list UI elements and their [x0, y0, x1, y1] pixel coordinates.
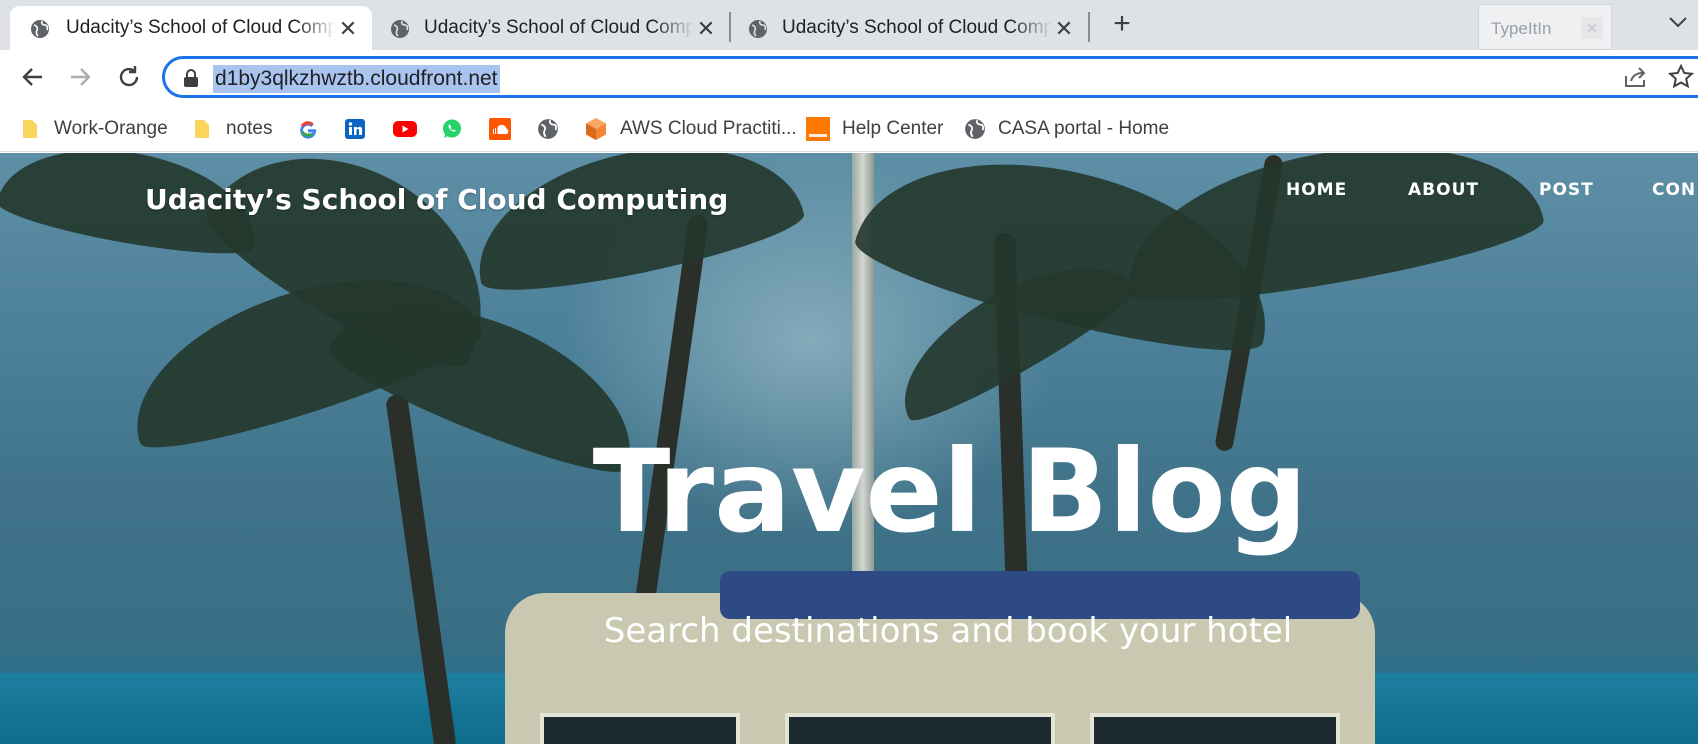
chevron-down-icon[interactable]	[1666, 10, 1690, 34]
hero-title: Travel Blog	[592, 425, 1308, 558]
close-icon[interactable]: ✕	[696, 18, 716, 40]
tab-1[interactable]: Udacity’s School of Cloud Computing ✕	[10, 6, 372, 50]
forward-arrow-icon[interactable]	[63, 60, 97, 94]
tab-title: Udacity’s School of Cloud Computing	[424, 17, 694, 38]
folder-icon	[23, 120, 37, 138]
bookmark-soundcloud[interactable]	[489, 114, 511, 144]
orange-logo-icon	[806, 117, 830, 141]
browser-toolbar: d1by3qlkzhwztb.cloudfront.net	[0, 50, 1698, 106]
bookmark-label: Help Center	[842, 118, 944, 139]
hero-background-van-window	[785, 713, 1055, 744]
globe-icon	[749, 20, 767, 38]
bookmark-label: AWS Cloud Practiti...	[620, 118, 797, 139]
tab-divider	[1088, 12, 1090, 42]
bookmark-casa-portal[interactable]: CASA portal - Home	[964, 114, 1169, 144]
star-icon[interactable]	[1668, 64, 1694, 90]
aws-cube-icon	[586, 118, 606, 140]
bookmark-work-orange[interactable]: Work-Orange	[20, 114, 168, 144]
hero-subtitle: Search destinations and book your hotel	[603, 611, 1293, 651]
close-icon[interactable]: ✕	[338, 18, 358, 40]
globe-icon	[391, 20, 409, 38]
bookmark-whatsapp[interactable]	[441, 114, 463, 144]
bookmark-globe[interactable]	[537, 114, 559, 144]
url-text[interactable]: d1by3qlkzhwztb.cloudfront.net	[213, 65, 500, 93]
hero-background-van-window	[1090, 713, 1340, 744]
nav-contact[interactable]: CON	[1652, 180, 1696, 200]
bookmark-label: CASA portal - Home	[998, 118, 1170, 139]
whatsapp-icon	[443, 119, 461, 138]
nav-home[interactable]: HOME	[1286, 180, 1347, 200]
new-tab-button[interactable]: +	[1108, 9, 1136, 39]
globe-icon	[31, 20, 49, 38]
google-icon	[300, 121, 317, 139]
youtube-icon	[393, 121, 417, 137]
soundcloud-icon	[489, 118, 511, 140]
bookmark-aws[interactable]: AWS Cloud Practiti...	[584, 114, 797, 144]
bookmarks-bar: Work-Orange notes AWS Cloud Practiti... …	[0, 106, 1698, 152]
palm-frond	[1111, 153, 1549, 319]
bookmark-label: notes	[226, 118, 273, 139]
folder-icon	[195, 120, 209, 138]
hero-section: Udacity’s School of Cloud Computing HOME…	[0, 153, 1698, 744]
nav-about[interactable]: ABOUT	[1408, 180, 1479, 200]
bookmark-label: Work-Orange	[54, 118, 168, 139]
site-title-link[interactable]: Udacity’s School of Cloud Computing	[145, 183, 728, 216]
nav-post[interactable]: POST	[1539, 180, 1594, 200]
tab-title: Udacity’s School of Cloud Computing	[66, 17, 336, 38]
hero-background-van-window	[540, 713, 740, 744]
globe-icon	[538, 119, 558, 139]
tab-title: Udacity’s School of Cloud Computing	[782, 17, 1052, 38]
bookmark-help-center[interactable]: Help Center	[806, 114, 943, 144]
globe-icon	[965, 119, 985, 139]
close-icon[interactable]: ✕	[1054, 18, 1074, 40]
bookmark-notes[interactable]: notes	[192, 114, 272, 144]
reload-icon[interactable]	[112, 60, 146, 94]
bookmark-google[interactable]	[297, 114, 319, 144]
linkedin-icon	[345, 119, 365, 139]
extension-popup-label: TypeItIn	[1491, 19, 1552, 38]
address-bar[interactable]: d1by3qlkzhwztb.cloudfront.net	[162, 56, 1698, 98]
extension-popup[interactable]: TypeItIn ✕	[1478, 4, 1612, 50]
bookmark-youtube[interactable]	[392, 114, 418, 144]
share-icon[interactable]	[1622, 64, 1648, 90]
tab-strip: Udacity’s School of Cloud Computing ✕ Ud…	[0, 0, 1698, 50]
tab-2[interactable]: Udacity’s School of Cloud Computing ✕	[372, 6, 728, 50]
close-icon[interactable]: ✕	[1581, 17, 1603, 39]
bookmark-linkedin[interactable]	[344, 114, 366, 144]
tab-3[interactable]: Udacity’s School of Cloud Computing ✕	[730, 6, 1088, 50]
back-arrow-icon[interactable]	[16, 60, 50, 94]
lock-icon[interactable]	[183, 69, 199, 87]
